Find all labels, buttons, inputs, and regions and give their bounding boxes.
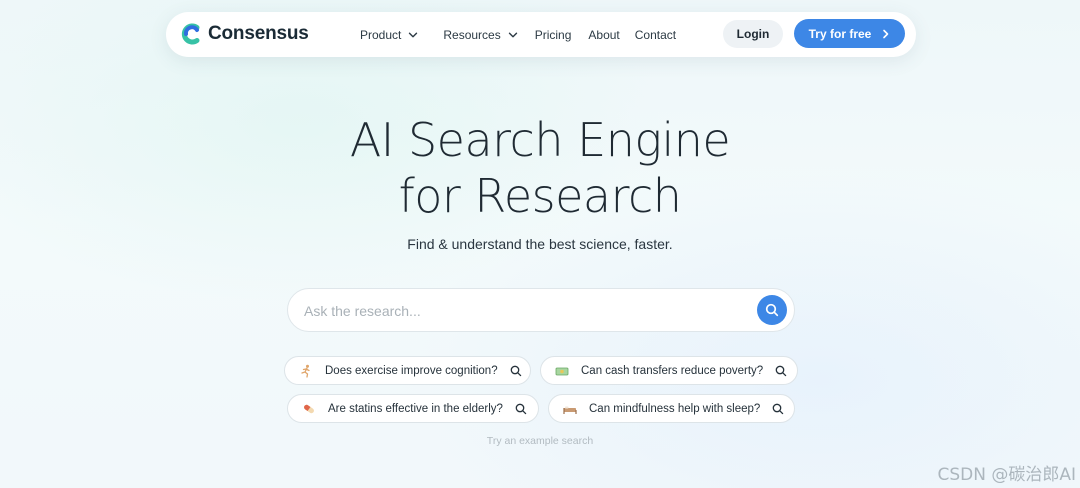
menu-item-contact[interactable]: Contact bbox=[635, 28, 676, 42]
money-icon bbox=[555, 364, 569, 378]
hero-title-line-2: for Research bbox=[398, 169, 682, 223]
consensus-logo-icon bbox=[181, 23, 200, 45]
hero-subtitle: Find & understand the best science, fast… bbox=[407, 236, 673, 252]
hero-title-line-1: AI Search Engine bbox=[349, 113, 731, 167]
example-search-chip[interactable]: Can mindfulness help with sleep? bbox=[548, 394, 795, 423]
brand-logo[interactable]: Consensus bbox=[180, 22, 309, 46]
search-icon bbox=[772, 403, 784, 414]
main-menu: Product Resources Pricing About Contact bbox=[360, 12, 676, 57]
menu-item-about[interactable]: About bbox=[588, 28, 619, 42]
search-icon bbox=[515, 403, 527, 414]
chevron-down-icon bbox=[508, 32, 517, 37]
hero-title: AI Search Engine for Research bbox=[0, 112, 1080, 224]
menu-item-pricing[interactable]: Pricing bbox=[535, 28, 572, 42]
watermark: CSDN @碳治郎AI bbox=[937, 465, 1076, 485]
menu-item-label: Resources bbox=[443, 27, 501, 42]
search-bar bbox=[287, 288, 795, 332]
menu-item-label: Contact bbox=[634, 27, 677, 42]
pill-icon bbox=[302, 402, 316, 416]
search-button[interactable] bbox=[757, 295, 787, 325]
menu-item-label: Product bbox=[360, 27, 402, 42]
example-search-hint: Try an example search bbox=[486, 435, 594, 447]
search-icon bbox=[765, 303, 779, 317]
example-search-label: Are statins effective in the elderly? bbox=[328, 402, 503, 415]
search-input[interactable] bbox=[304, 299, 744, 323]
example-search-chip[interactable]: Are statins effective in the elderly? bbox=[287, 394, 539, 423]
example-search-label: Does exercise improve cognition? bbox=[325, 364, 498, 377]
top-navbar: Consensus Product Resources Pricing Abou… bbox=[166, 12, 916, 57]
chevron-right-icon bbox=[883, 29, 889, 38]
search-icon bbox=[510, 365, 521, 376]
menu-item-product[interactable]: Product bbox=[360, 28, 418, 42]
menu-item-label: Pricing bbox=[534, 27, 572, 42]
search-icon bbox=[775, 365, 787, 376]
try-for-free-button[interactable]: Try for free bbox=[794, 19, 905, 48]
menu-item-resources[interactable]: Resources bbox=[443, 28, 517, 42]
example-search-label: Can cash transfers reduce poverty? bbox=[581, 364, 764, 377]
example-search-chip[interactable]: Can cash transfers reduce poverty? bbox=[540, 356, 798, 385]
try-for-free-label: Try for free bbox=[808, 26, 872, 41]
example-search-label: Can mindfulness help with sleep? bbox=[589, 402, 761, 415]
running-person-icon bbox=[299, 364, 313, 378]
example-search-chip[interactable]: Does exercise improve cognition? bbox=[284, 356, 531, 385]
chevron-down-icon bbox=[409, 32, 418, 37]
brand-name: Consensus bbox=[208, 23, 309, 44]
bed-icon bbox=[563, 402, 577, 416]
menu-item-label: About bbox=[588, 27, 620, 42]
login-button[interactable]: Login bbox=[723, 20, 783, 48]
